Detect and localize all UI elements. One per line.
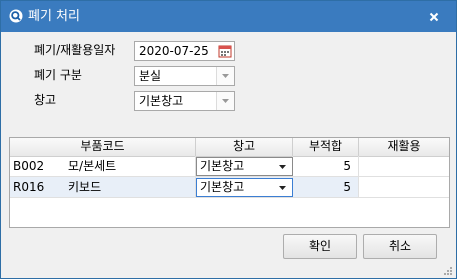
warehouse-label: 창고 xyxy=(34,93,57,107)
row-warehouse-select[interactable]: 기본창고 xyxy=(196,178,293,197)
title-bar[interactable]: 폐기 처리 xyxy=(1,1,456,32)
type-label: 폐기 구분 xyxy=(34,68,82,82)
date-label: 폐기/재활용일자 xyxy=(34,43,116,57)
cell-recycle[interactable] xyxy=(359,156,449,177)
table-row[interactable]: B002 모/본세트 기본창고 5 xyxy=(10,156,449,177)
app-icon xyxy=(9,9,23,23)
cell-defect[interactable]: 5 xyxy=(293,177,359,198)
cell-code[interactable]: B002 xyxy=(10,156,65,177)
warehouse-dropdown-button[interactable] xyxy=(216,92,234,110)
cell-defect[interactable]: 5 xyxy=(293,156,359,177)
warehouse-select[interactable]: 기본창고 xyxy=(134,91,235,111)
row-warehouse-value: 기본창고 xyxy=(200,159,245,173)
type-dropdown-button[interactable] xyxy=(216,67,234,85)
row-warehouse-select[interactable]: 기본창고 xyxy=(196,157,293,176)
type-value: 분실 xyxy=(139,69,162,83)
row-warehouse-value: 기본창고 xyxy=(200,180,245,194)
warehouse-value: 기본창고 xyxy=(139,94,184,108)
cell-name[interactable]: 모/본세트 xyxy=(65,156,196,177)
dialog-window: 폐기 처리 폐기/재활용일자 2020-07-25 폐기 구분 분실 창고 기본… xyxy=(0,0,457,279)
calendar-icon[interactable] xyxy=(218,44,232,58)
type-select[interactable]: 분실 xyxy=(134,66,235,86)
parts-grid[interactable]: 부품코드 창고 부적합 재활용 B002 모/본세트 기본창고 5 R016 키… xyxy=(9,137,450,228)
column-header-part-code[interactable]: 부품코드 xyxy=(10,138,196,156)
ok-button[interactable]: 확인 xyxy=(283,234,357,259)
resize-grip-icon[interactable] xyxy=(443,265,453,275)
chevron-down-icon[interactable] xyxy=(279,165,286,169)
column-header-warehouse[interactable]: 창고 xyxy=(196,138,293,156)
table-row[interactable]: R016 키보드 기본창고 5 xyxy=(10,177,449,198)
grid-header: 부품코드 창고 부적합 재활용 xyxy=(10,138,449,157)
cell-code[interactable]: R016 xyxy=(10,177,65,198)
cell-recycle[interactable] xyxy=(359,177,449,198)
column-header-recycle[interactable]: 재활용 xyxy=(359,138,449,156)
date-value: 2020-07-25 xyxy=(139,44,209,58)
chevron-down-icon xyxy=(222,99,229,103)
column-header-defect[interactable]: 부적합 xyxy=(293,138,359,156)
cancel-button[interactable]: 취소 xyxy=(363,234,437,259)
chevron-down-icon[interactable] xyxy=(279,186,286,190)
dialog-title: 폐기 처리 xyxy=(28,9,80,24)
date-field[interactable]: 2020-07-25 xyxy=(134,41,235,61)
close-icon[interactable] xyxy=(426,9,442,25)
cell-name[interactable]: 키보드 xyxy=(65,177,196,198)
chevron-down-icon xyxy=(222,74,229,78)
